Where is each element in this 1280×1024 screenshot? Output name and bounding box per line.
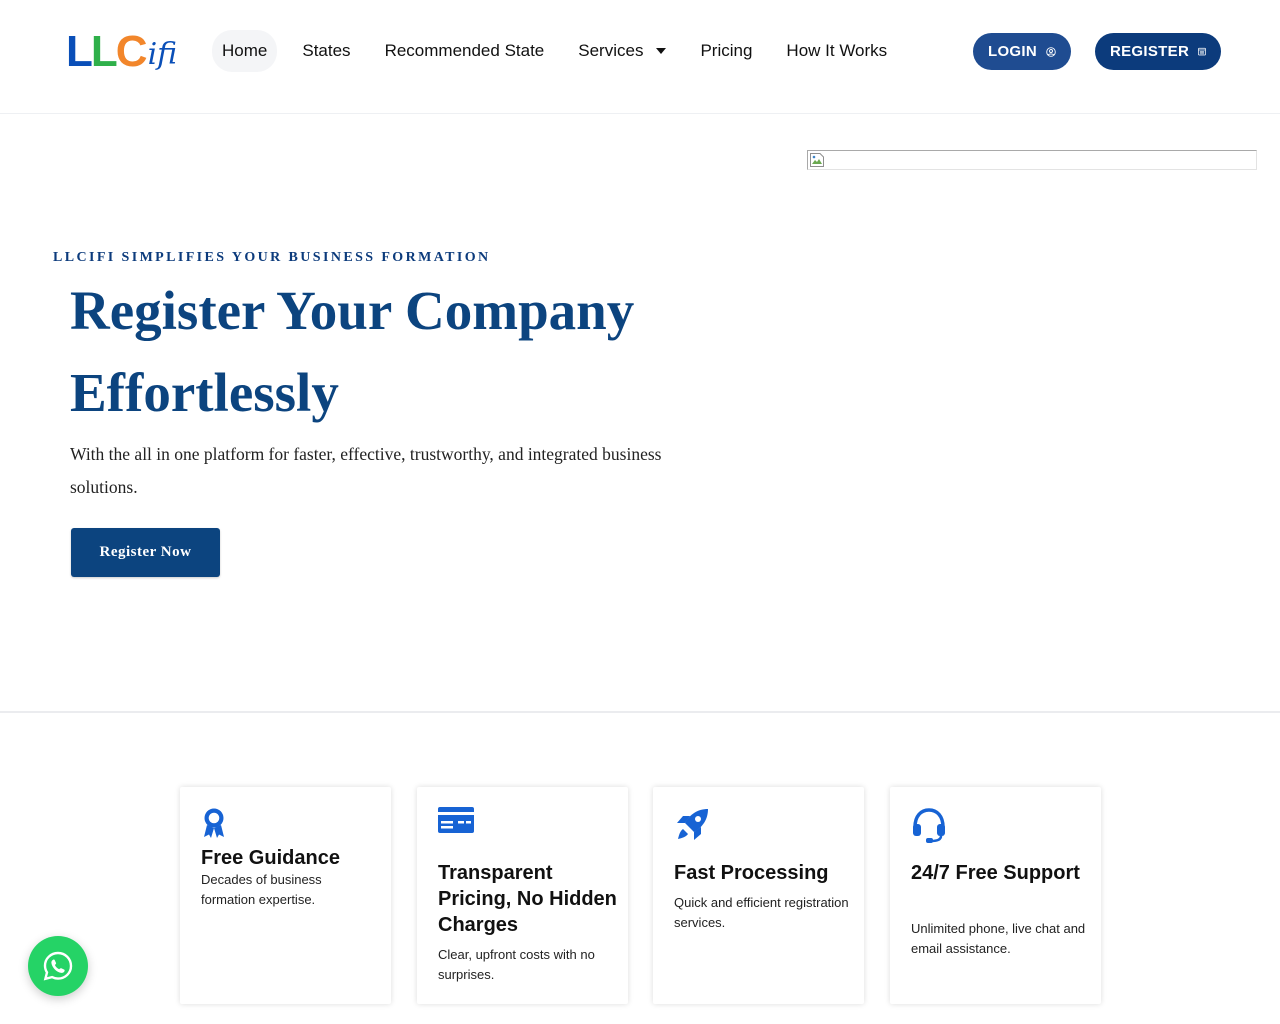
broken-image-icon — [810, 153, 824, 167]
hero-subtitle: With the all in one platform for faster,… — [70, 444, 662, 497]
caret-down-icon — [656, 48, 667, 54]
feature-card-transparent-pricing: Transparent Pricing, No Hidden Charges C… — [417, 787, 628, 1004]
register-now-button[interactable]: Register Now — [71, 528, 220, 577]
main-nav: Home States Recommended State Services P… — [212, 30, 904, 72]
hero-title: Register Your Company Effortlessly — [70, 280, 635, 423]
nav-item-label: Recommended State — [384, 41, 545, 60]
headset-icon — [913, 808, 945, 843]
login-button[interactable]: LOGIN — [973, 33, 1071, 70]
nav-item-label: Home — [222, 41, 268, 60]
hero-image — [807, 150, 1257, 170]
feature-title: 24/7 Free Support — [911, 862, 1080, 884]
nav-item-states[interactable]: States — [285, 30, 367, 72]
hero-eyebrow: LLCIFI SIMPLIFIES YOUR BUSINESS FORMATIO… — [53, 250, 491, 265]
nav-item-label: Services — [578, 41, 644, 60]
nav-item-label: Pricing — [700, 41, 753, 60]
nav-item-label: States — [302, 41, 351, 60]
nav-item-services[interactable]: Services — [561, 30, 683, 72]
logo-letter-l2: L — [90, 27, 118, 76]
feature-title: Fast Processing — [674, 862, 829, 884]
feature-card-free-guidance: Free Guidance Decades of business format… — [180, 787, 391, 1004]
whatsapp-icon — [43, 951, 73, 981]
logo-script-ifi: ifi — [147, 37, 178, 72]
feature-description: Clear, upfront costs with no surprises. — [438, 947, 595, 982]
calendar-icon — [1198, 47, 1206, 56]
feature-card-fast-processing: Fast Processing Quick and efficient regi… — [653, 787, 864, 1004]
feature-description: Quick and efficient registration service… — [674, 895, 849, 930]
credit-card-icon — [438, 807, 474, 833]
user-circle-icon — [1046, 46, 1056, 57]
feature-title: Transparent Pricing, No Hidden Charges — [438, 862, 617, 936]
nav-item-home[interactable]: Home — [212, 30, 278, 72]
feature-card-support: 24/7 Free Support Unlimited phone, live … — [890, 787, 1101, 1004]
logo-letter-l1: L — [66, 27, 93, 76]
nav-item-recommended-state[interactable]: Recommended State — [368, 30, 562, 72]
nav-item-how-it-works[interactable]: How It Works — [769, 30, 904, 72]
feature-title: Free Guidance — [201, 847, 340, 869]
section-divider — [0, 711, 1280, 713]
nav-item-pricing[interactable]: Pricing — [683, 30, 769, 72]
feature-description: Unlimited phone, live chat and email ass… — [911, 921, 1086, 956]
register-label: REGISTER — [1110, 43, 1190, 60]
whatsapp-chat-button[interactable] — [28, 936, 88, 996]
rocket-icon — [677, 809, 708, 840]
register-button[interactable]: REGISTER — [1095, 33, 1221, 70]
site-header: L L C ifi Home States Recommended State … — [0, 0, 1280, 114]
feature-description: Decades of business formation expertise. — [201, 872, 322, 907]
award-ribbon-icon — [204, 808, 224, 838]
nav-item-label: How It Works — [786, 41, 888, 60]
logo-letter-c: C — [115, 27, 148, 76]
brand-logo[interactable]: L L C ifi — [66, 27, 178, 76]
login-label: LOGIN — [988, 43, 1037, 60]
